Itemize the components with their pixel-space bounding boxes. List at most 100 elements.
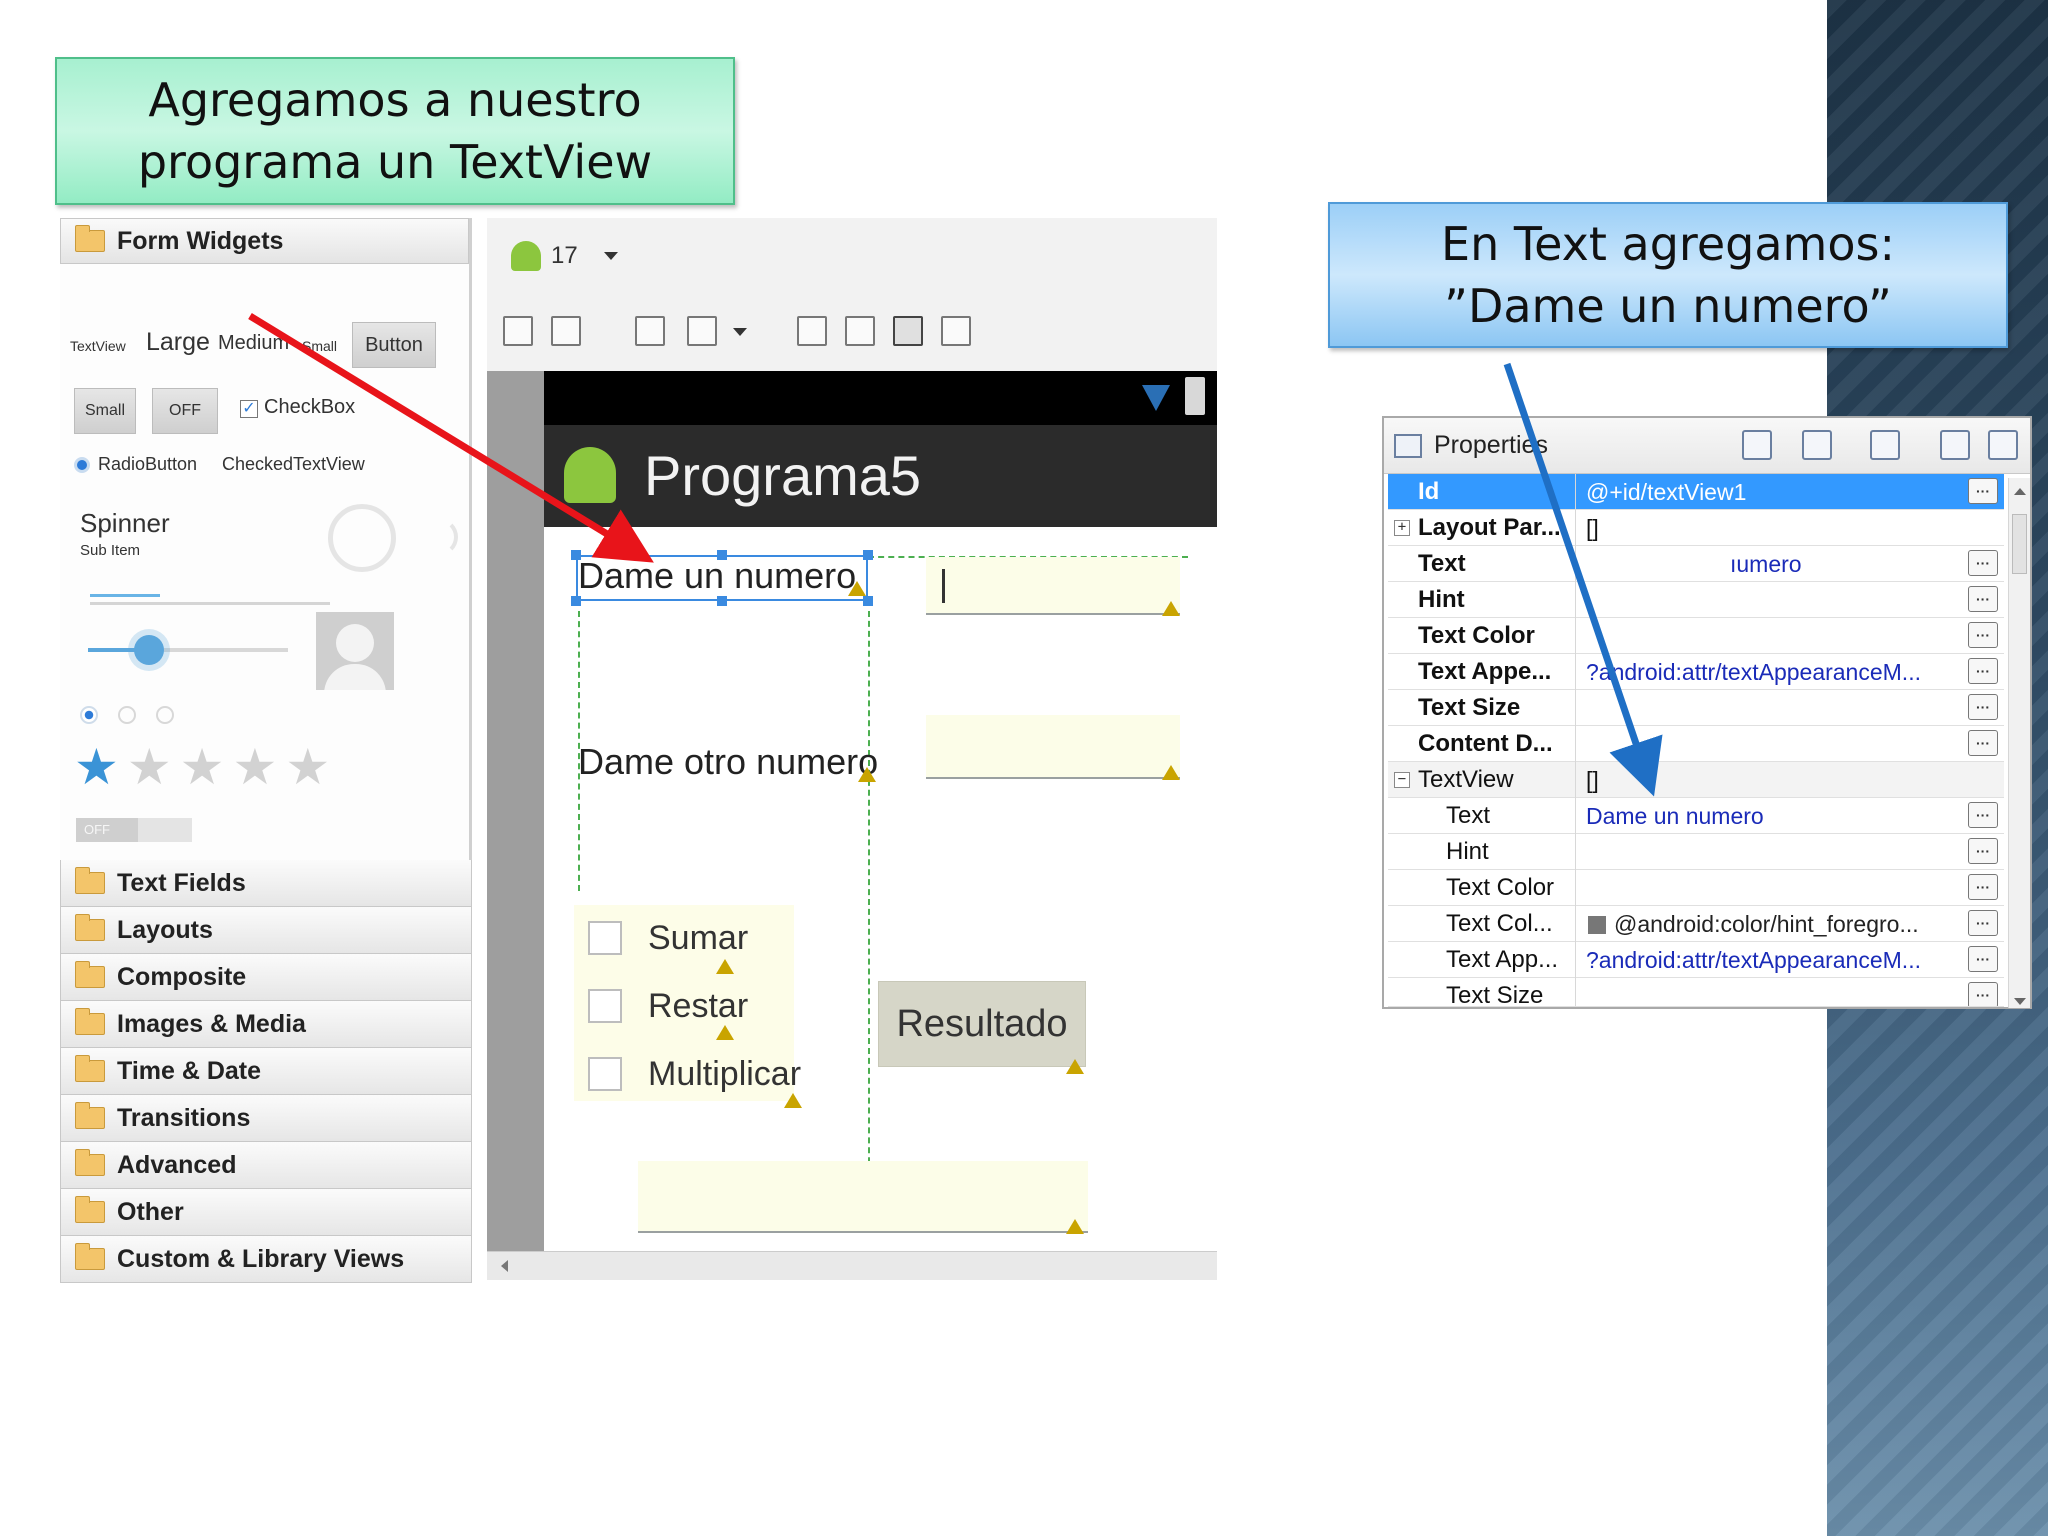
property-row-textview-text-appearance[interactable]: Text App... ?android:attr/textAppearance… [1388, 942, 2004, 978]
more-button[interactable]: ··· [1968, 550, 1998, 576]
property-row-textview-text-size[interactable]: Text Size ··· [1388, 978, 2004, 1007]
scroll-down-icon[interactable] [2014, 998, 2026, 1005]
toggle-fill-width-icon[interactable] [503, 316, 533, 346]
more-button[interactable]: ··· [1968, 910, 1998, 936]
progress-bar-horizontal[interactable] [90, 594, 330, 605]
checkbox-restar-box[interactable] [588, 989, 622, 1023]
widget-large-text[interactable]: Large [146, 328, 210, 357]
more-button[interactable]: ··· [1968, 802, 1998, 828]
property-value-editing[interactable]: ıumero [1580, 546, 1960, 582]
palette-category-text-fields[interactable]: Text Fields [60, 860, 472, 907]
zoom-fit-icon[interactable] [687, 316, 717, 346]
property-row-layout-params[interactable]: + Layout Par... [] [1388, 510, 2004, 546]
select-all-icon[interactable] [635, 316, 665, 346]
resultado-button[interactable]: Resultado [878, 981, 1086, 1067]
more-button[interactable]: ··· [1968, 478, 1998, 504]
toggle-fill-height-icon[interactable] [551, 316, 581, 346]
property-value[interactable] [1580, 978, 1960, 1006]
align-left-top-icon[interactable] [893, 316, 923, 346]
property-value[interactable] [1580, 726, 1960, 762]
widget-medium-text[interactable]: Medium [218, 332, 289, 355]
palette-category-layouts[interactable]: Layouts [60, 907, 472, 954]
scroll-up-icon[interactable] [2014, 488, 2026, 495]
widget-small-text[interactable]: Small [302, 338, 337, 354]
property-value[interactable] [1580, 690, 1960, 726]
property-row-textview-text[interactable]: Text Dame un numero ··· [1388, 798, 2004, 834]
property-value[interactable] [1580, 618, 1960, 654]
progress-large-icon[interactable] [328, 504, 396, 572]
horizontal-scrollbar[interactable] [487, 1251, 1217, 1280]
resize-handle[interactable] [863, 550, 873, 560]
checkbox-multiplicar-box[interactable] [588, 1057, 622, 1091]
property-row-textview-text-color-hint[interactable]: Text Col... @android:color/hint_foregro.… [1388, 906, 2004, 942]
checkbox-sumar-label[interactable]: Sumar [648, 919, 748, 958]
property-value[interactable]: [] [1580, 510, 1960, 546]
textview-dame-otro-numero[interactable]: Dame otro numero [578, 741, 878, 783]
radio-dot-icon[interactable] [118, 706, 136, 724]
more-button[interactable]: ··· [1968, 838, 1998, 864]
palette-category-images-media[interactable]: Images & Media [60, 1001, 472, 1048]
property-value[interactable]: @+id/textView1 [1580, 474, 1960, 510]
palette-category-time-date[interactable]: Time & Date [60, 1048, 472, 1095]
chevron-down-icon[interactable] [733, 328, 747, 336]
edittext-numero-2[interactable] [926, 715, 1180, 779]
sort-alphabetical-icon[interactable] [1802, 430, 1832, 460]
margins-icon[interactable] [941, 316, 971, 346]
center-horizontal-icon[interactable] [845, 316, 875, 346]
radio-dot-icon[interactable] [80, 706, 98, 724]
widget-spinner[interactable]: Spinner [80, 508, 170, 539]
property-group-textview[interactable]: − TextView [] [1388, 762, 2004, 798]
more-button[interactable]: ··· [1968, 622, 1998, 648]
textview-dame-un-numero[interactable]: Dame un numero [578, 555, 856, 597]
palette-category-custom-library-views[interactable]: Custom & Library Views [60, 1236, 472, 1283]
edittext-numero-1[interactable] [926, 557, 1180, 615]
show-advanced-icon[interactable] [1742, 430, 1772, 460]
more-button[interactable]: ··· [1968, 874, 1998, 900]
widget-checkedtextview[interactable]: CheckedTextView [222, 454, 365, 475]
scroll-left-icon[interactable] [501, 1260, 508, 1272]
property-value[interactable]: [] [1580, 762, 1960, 798]
checkbox-sumar-box[interactable] [588, 921, 622, 955]
widget-toggle-button[interactable]: OFF [152, 388, 218, 434]
checkbox-multiplicar-label[interactable]: Multiplicar [648, 1055, 801, 1094]
progress-small-icon[interactable] [420, 518, 458, 556]
checkbox-restar-label[interactable]: Restar [648, 987, 748, 1026]
widget-button[interactable]: Button [352, 322, 436, 368]
seekbar[interactable] [88, 635, 288, 665]
scroll-thumb[interactable] [2012, 514, 2027, 574]
more-button[interactable]: ··· [1968, 586, 1998, 612]
widget-small-button[interactable]: Small [74, 388, 136, 434]
palette-category-other[interactable]: Other [60, 1189, 472, 1236]
resize-handle[interactable] [717, 596, 727, 606]
property-value[interactable] [1580, 870, 1960, 906]
palette-category-transitions[interactable]: Transitions [60, 1095, 472, 1142]
more-button[interactable]: ··· [1968, 658, 1998, 684]
resize-handle[interactable] [863, 596, 873, 606]
property-value[interactable]: @android:color/hint_foregro... [1580, 906, 1960, 942]
widget-switch[interactable]: OFF [76, 818, 192, 842]
widget-textview[interactable]: TextView [70, 338, 126, 354]
palette-category-advanced[interactable]: Advanced [60, 1142, 472, 1189]
radio-dot-icon[interactable] [156, 706, 174, 724]
api-level-selector[interactable]: 17 [511, 236, 618, 276]
property-row-content-description[interactable]: Content D... ··· [1388, 726, 2004, 762]
property-row-text[interactable]: Text ıumero ··· [1388, 546, 2004, 582]
property-value[interactable]: Dame un numero [1580, 798, 1960, 834]
collapse-all-icon[interactable] [1988, 430, 2018, 460]
resize-handle[interactable] [571, 596, 581, 606]
property-row-hint[interactable]: Hint ··· [1388, 582, 2004, 618]
defaults-icon[interactable] [1870, 430, 1900, 460]
property-value[interactable]: ?android:attr/textAppearanceM... [1580, 942, 1960, 978]
vertical-scrollbar[interactable] [2008, 478, 2030, 1008]
property-row-textview-hint[interactable]: Hint ··· [1388, 834, 2004, 870]
property-value[interactable]: ?android:attr/textAppearanceM... [1580, 654, 1960, 690]
property-row-id[interactable]: Id @+id/textView1 ··· [1388, 474, 2004, 510]
property-row-textview-text-color[interactable]: Text Color ··· [1388, 870, 2004, 906]
property-row-text-color[interactable]: Text Color ··· [1388, 618, 2004, 654]
quickcontactbadge-avatar[interactable] [316, 612, 394, 690]
more-button[interactable]: ··· [1968, 730, 1998, 756]
edittext-resultado[interactable] [638, 1161, 1088, 1233]
palette-category-composite[interactable]: Composite [60, 954, 472, 1001]
more-button[interactable]: ··· [1968, 982, 1998, 1006]
more-button[interactable]: ··· [1968, 946, 1998, 972]
